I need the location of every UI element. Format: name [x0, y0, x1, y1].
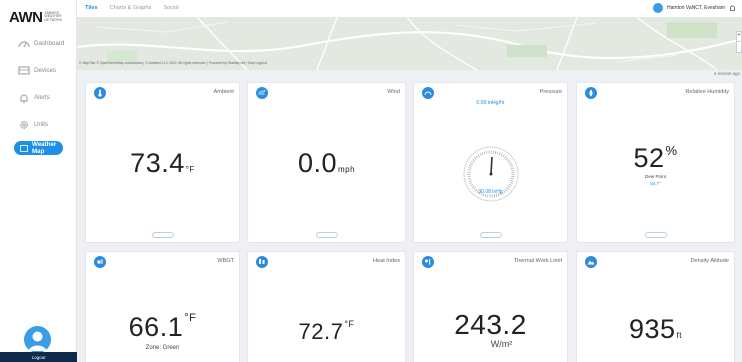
map-icon: [20, 144, 28, 152]
ambient-value: 73.4°F: [86, 148, 239, 179]
sidebar-item-label: Dashboard: [34, 40, 65, 47]
card-title: Wind: [387, 89, 400, 95]
pressure-card[interactable]: Pressure 0.00 inHg/hr 30.08 inHg: [413, 82, 568, 243]
value-number: 52: [633, 143, 665, 173]
tab-tiles[interactable]: Tiles: [85, 5, 98, 11]
bell-icon[interactable]: [729, 4, 736, 12]
mountain-icon: [585, 256, 597, 268]
humidity-card[interactable]: Relative Humidity 52% Dew Point 54.7°: [576, 82, 735, 243]
value-number: 72.7: [298, 319, 344, 344]
wbgt-value: 66.1°F: [86, 312, 239, 343]
map-zoom-control[interactable]: + −: [736, 31, 742, 53]
card-title: WBGT: [217, 258, 234, 264]
droplet-icon: [585, 87, 597, 99]
sidebar-nav: Dashboard Devices Alerts Units Weather M…: [0, 30, 77, 155]
dew-point-value: 54.7°: [650, 181, 661, 186]
avatar[interactable]: [24, 326, 51, 353]
value-number: 935: [628, 314, 676, 344]
sun-thermometer-icon: [94, 256, 106, 268]
value-unit: mph: [337, 165, 356, 174]
humidity-value: 52%: [577, 143, 734, 174]
value-unit: °F: [344, 319, 355, 329]
zoom-in-button[interactable]: +: [737, 32, 741, 39]
card-title: Ambient: [213, 89, 234, 95]
chart-link-icon[interactable]: [479, 232, 502, 238]
app: AWN AMBIENT WEATHER NETWORK Dashboard De…: [0, 0, 742, 362]
tab-social[interactable]: Social: [163, 5, 178, 11]
sidebar-item-label: Units: [34, 121, 49, 128]
value-number: 66.1: [128, 312, 184, 342]
card-title: Thermal Work Limit: [513, 258, 562, 264]
dew-point-label: Dew Point: [645, 174, 666, 179]
ambient-card[interactable]: Ambient 73.4°F: [85, 82, 240, 243]
value-unit: ft: [676, 331, 682, 340]
gauge-icon: [422, 87, 434, 99]
last-updated: a minute ago: [713, 71, 740, 76]
card-title: Density Altitude: [690, 258, 729, 264]
chart-link-icon[interactable]: [315, 232, 338, 238]
sidebar-item-label: Devices: [34, 67, 57, 74]
wind-icon: [256, 87, 268, 99]
pressure-value: 30.08 inHg: [478, 189, 503, 195]
sidebar-item-weather-map[interactable]: Weather Map: [14, 141, 63, 155]
heat-index-value: 72.7°F: [248, 319, 405, 345]
wbgt-zone: Zone: Green: [145, 345, 180, 351]
value-number: 73.4: [130, 148, 185, 178]
chart-link-icon[interactable]: [151, 232, 174, 238]
card-title: Heat Index: [372, 258, 400, 264]
thermal-work-icon: [422, 256, 434, 268]
user-avatar-icon: [653, 3, 664, 13]
sidebar-item-units[interactable]: Units: [0, 111, 77, 138]
sidebar-item-label: Weather Map: [32, 141, 57, 155]
logo[interactable]: AWN AMBIENT WEATHER NETWORK: [9, 8, 62, 26]
wind-card[interactable]: Wind 0.0mph: [247, 82, 406, 243]
thermometer-icon: [94, 87, 106, 99]
dashboard-icon: [18, 41, 30, 48]
heat-index-card[interactable]: Heat Index 72.7°F: [247, 251, 406, 362]
sidebar-item-dashboard[interactable]: Dashboard: [0, 30, 77, 57]
value-unit: °F: [185, 165, 195, 174]
chart-link-icon[interactable]: [644, 232, 667, 238]
logo-subtitle: AMBIENT WEATHER NETWORK: [44, 11, 63, 22]
bell-icon: [20, 94, 28, 103]
thermal-work-limit-card[interactable]: Thermal Work Limit 243.2 W/m²: [413, 251, 568, 362]
tab-charts-graphs[interactable]: Charts & Graphs: [110, 5, 152, 11]
top-bar: Tiles Charts & Graphs Social Hamton VaNC…: [77, 0, 742, 17]
sidebar-item-label: Alerts: [34, 94, 50, 101]
user-name: Hamton VaNCT, Evesham: [667, 5, 725, 11]
sidebar-item-alerts[interactable]: Alerts: [0, 84, 77, 111]
value-unit: °F: [184, 312, 197, 324]
logo-mark: AWN: [9, 8, 43, 26]
user-icon: [28, 331, 47, 351]
value-number: 0.0: [297, 148, 337, 178]
user-menu[interactable]: Hamton VaNCT, Evesham: [653, 3, 736, 13]
wbgt-card[interactable]: WBGT 66.1°F Zone: Green: [85, 251, 240, 362]
logout-label: Logout: [31, 354, 46, 360]
zoom-out-button[interactable]: −: [737, 39, 741, 46]
logo-sub-line: NETWORK: [44, 17, 63, 22]
pressure-rate: 0.00 inHg/hr: [476, 100, 505, 106]
weather-map[interactable]: © MapTiler © OpenStreetMap contributors …: [77, 17, 742, 70]
twl-unit: W/m²: [490, 339, 513, 349]
density-altitude-value: 935ft: [577, 314, 734, 345]
logout-button[interactable]: Logout: [0, 352, 77, 362]
heat-index-icon: [256, 256, 268, 268]
card-title: Relative Humidity: [685, 89, 729, 95]
gear-icon: [20, 120, 28, 129]
card-title: Pressure: [539, 89, 562, 95]
tab-bar: Tiles Charts & Graphs Social: [85, 5, 179, 11]
sidebar-item-devices[interactable]: Devices: [0, 57, 77, 84]
twl-value: 243.2: [454, 309, 527, 340]
wind-value: 0.0mph: [248, 148, 405, 179]
map-attribution[interactable]: © MapTiler © OpenStreetMap contributors …: [79, 61, 267, 65]
sidebar: AWN AMBIENT WEATHER NETWORK Dashboard De…: [0, 0, 77, 362]
devices-icon: [18, 66, 30, 75]
density-altitude-card[interactable]: Density Altitude 935ft: [576, 251, 735, 362]
value-unit: %: [665, 143, 678, 158]
